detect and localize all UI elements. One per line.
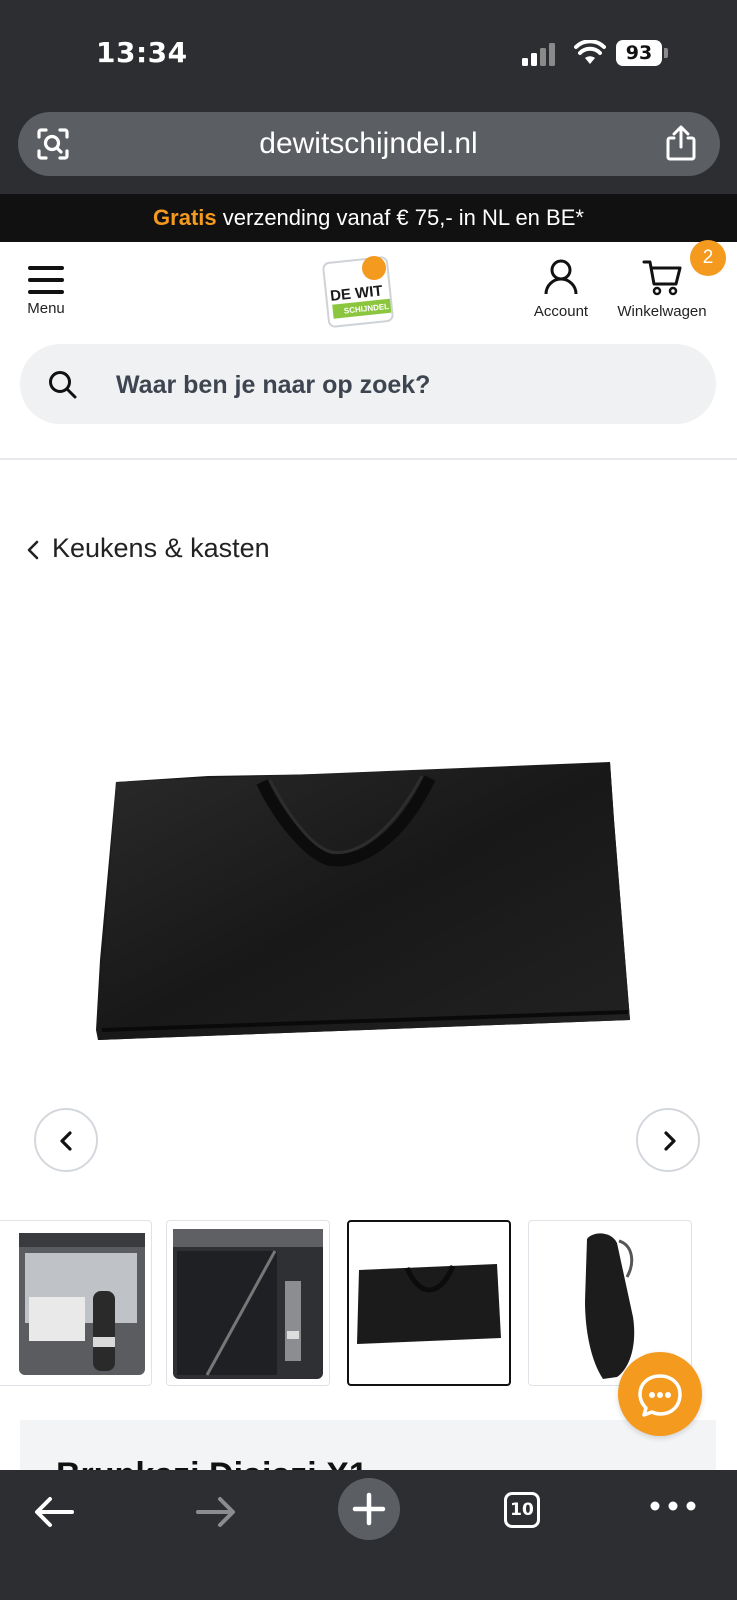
thumbnail-image-kast-open: [173, 1229, 323, 1379]
promo-banner: Gratis verzending vanaf € 75,- in NL en …: [0, 194, 737, 242]
address-bar[interactable]: [18, 112, 720, 176]
thumbnail-image-kast-detail: [19, 1233, 145, 1375]
thumbnail-image-draagtas: [357, 1264, 501, 1344]
search-input[interactable]: [114, 358, 678, 412]
menu-icon-bar: [28, 290, 64, 294]
thumbnail-1[interactable]: [0, 1220, 152, 1386]
promo-highlight: Gratis: [153, 205, 217, 230]
battery-nub: [664, 48, 668, 58]
thumbnail-2[interactable]: [166, 1220, 330, 1386]
cart-label: Winkelwagen: [617, 303, 707, 320]
wifi-icon: [574, 40, 606, 64]
chevron-left-icon: [60, 1131, 72, 1151]
menu-button[interactable]: Menu: [24, 266, 68, 322]
chat-button[interactable]: [618, 1352, 702, 1436]
battery-indicator: 93: [616, 40, 662, 66]
product-image[interactable]: [90, 760, 646, 1070]
signal-icon: [522, 42, 558, 66]
account-label: Account: [533, 303, 589, 320]
menu-icon-bar: [28, 278, 64, 282]
chevron-right-icon: [664, 1131, 676, 1151]
account-button[interactable]: Account: [530, 258, 592, 322]
breadcrumb-label: Keukens & kasten: [52, 533, 270, 563]
forward-arrow-icon[interactable]: [184, 1484, 240, 1540]
account-icon: [544, 259, 578, 295]
plus-icon: [352, 1492, 386, 1526]
back-arrow-icon[interactable]: [30, 1484, 86, 1540]
next-image-button[interactable]: [636, 1108, 700, 1172]
site-logo[interactable]: DE WIT SCHIJNDEL: [322, 254, 400, 328]
search-icon[interactable]: [48, 370, 78, 400]
page-lens-icon[interactable]: [36, 127, 70, 161]
header-divider: [0, 458, 737, 460]
chevron-left-icon: [27, 540, 39, 560]
menu-icon: [28, 266, 64, 270]
menu-label: Menu: [27, 300, 65, 317]
previous-image-button[interactable]: [34, 1108, 98, 1172]
more-icon[interactable]: [648, 1494, 698, 1518]
status-time: 13:34: [96, 36, 188, 69]
cart-icon: [642, 260, 682, 296]
new-tab-button[interactable]: [338, 1478, 400, 1540]
tabs-button[interactable]: 10: [496, 1484, 546, 1534]
breadcrumb[interactable]: Keukens & kasten: [26, 528, 270, 568]
thumbnail-3-active[interactable]: [347, 1220, 511, 1386]
tab-count: 10: [504, 1492, 540, 1528]
cart-count-badge: 2: [690, 240, 726, 276]
share-icon[interactable]: [664, 124, 698, 162]
promo-text: verzending vanaf € 75,- in NL en BE*: [216, 205, 584, 230]
chat-icon: [638, 1374, 682, 1417]
